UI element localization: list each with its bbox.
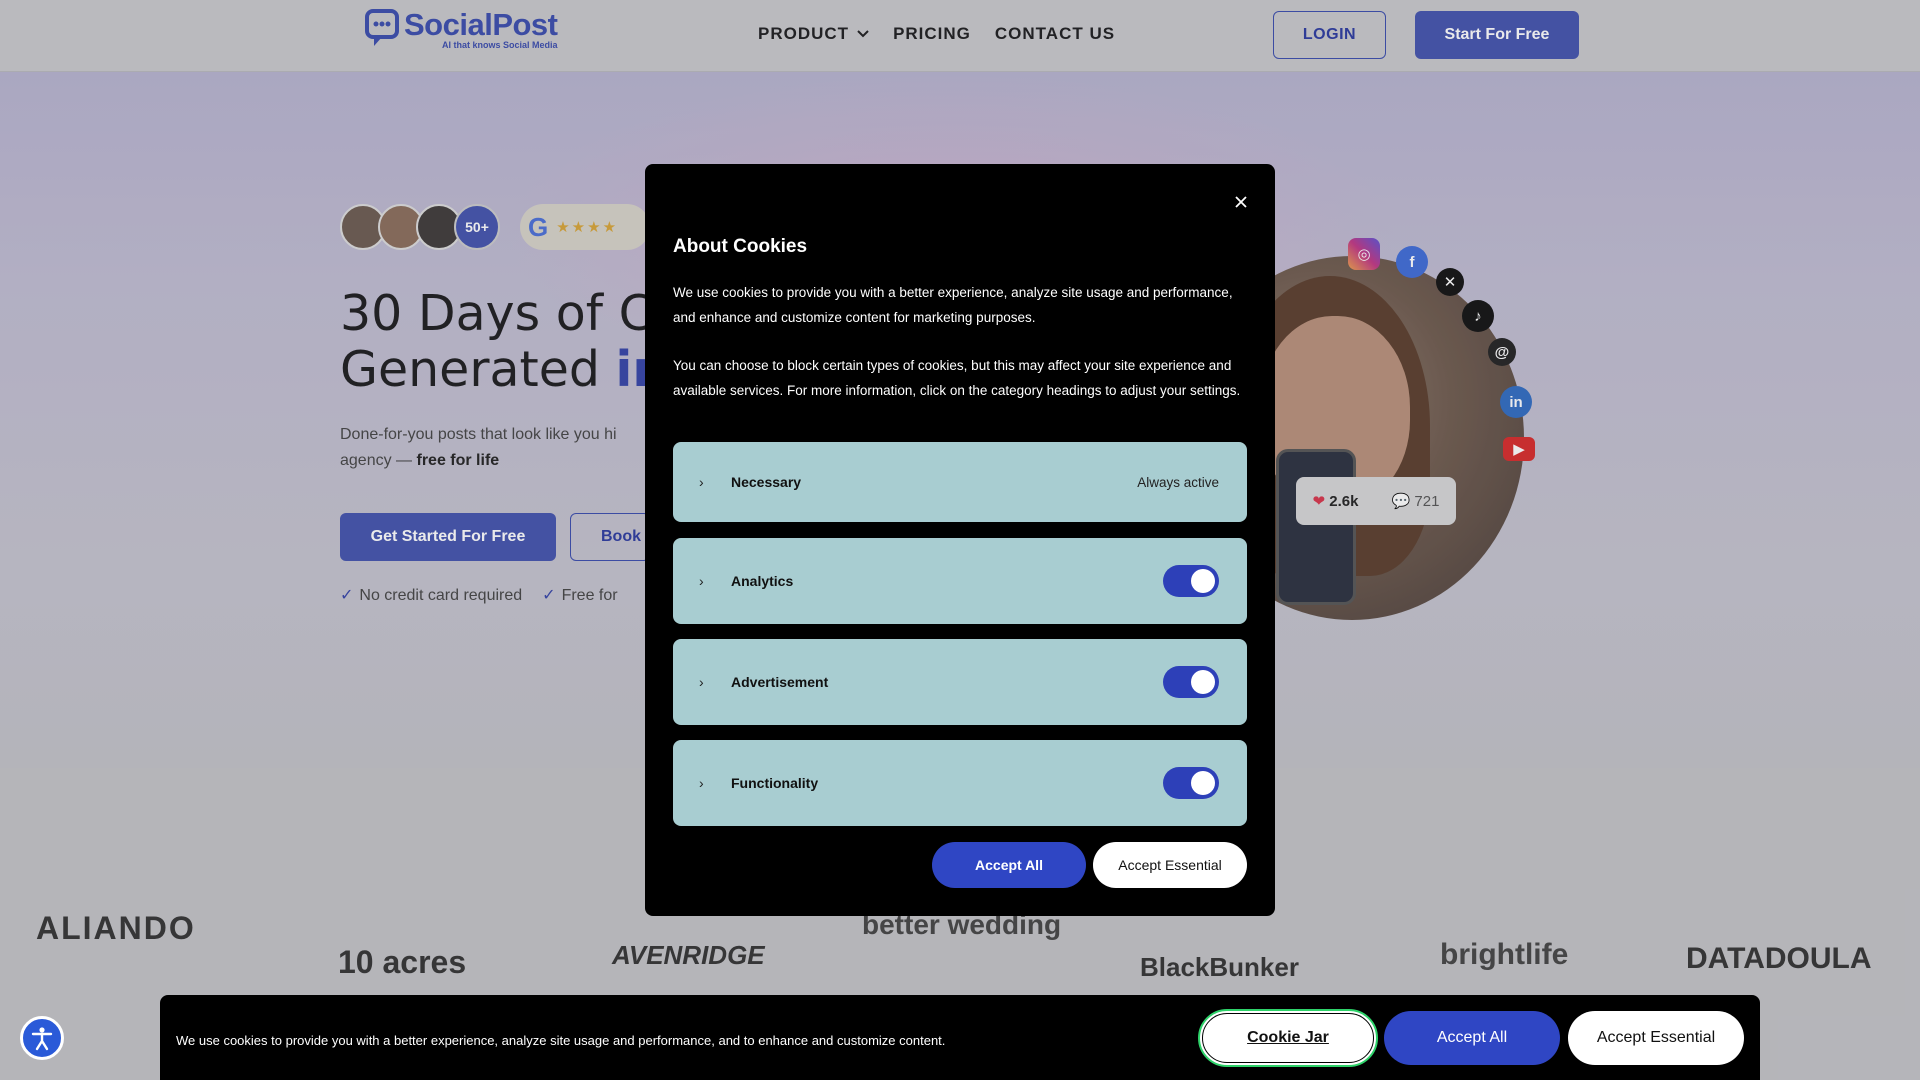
advertisement-toggle[interactable] (1163, 666, 1219, 698)
modal-description: We use cookies to provide you with a bet… (673, 285, 1233, 325)
banner-accept-all-button[interactable]: Accept All (1384, 1011, 1560, 1065)
cookie-category-analytics[interactable]: › Analytics (673, 538, 1247, 624)
cookie-category-functionality[interactable]: › Functionality (673, 740, 1247, 826)
modal-title: About Cookies (673, 236, 808, 257)
modal-accept-all-button[interactable]: Accept All (932, 842, 1086, 888)
category-label: Necessary (731, 474, 802, 490)
category-label: Advertisement (731, 674, 829, 690)
chevron-right-icon: › (699, 573, 704, 589)
analytics-toggle[interactable] (1163, 565, 1219, 597)
cookie-banner: We use cookies to provide you with a bet… (160, 995, 1760, 1080)
category-label: Analytics (731, 573, 794, 589)
accessibility-icon[interactable] (20, 1016, 64, 1060)
chevron-right-icon: › (699, 474, 704, 490)
functionality-toggle[interactable] (1163, 767, 1219, 799)
cookie-category-necessary[interactable]: › Necessary Always active (673, 442, 1247, 522)
banner-accept-essential-button[interactable]: Accept Essential (1568, 1011, 1744, 1065)
cookie-category-advertisement[interactable]: › Advertisement (673, 639, 1247, 725)
modal-accept-essential-button[interactable]: Accept Essential (1093, 842, 1247, 888)
category-label: Functionality (731, 775, 819, 791)
cookie-banner-text: We use cookies to provide you with a bet… (176, 1033, 946, 1048)
always-active-label: Always active (1137, 474, 1219, 490)
chevron-right-icon: › (699, 775, 704, 791)
cookie-preferences-modal: About Cookies We use cookies to provide … (645, 164, 1275, 916)
cookie-jar-button[interactable]: Cookie Jar (1198, 1009, 1378, 1067)
close-icon[interactable] (1231, 192, 1251, 212)
modal-description-2: You can choose to block certain types of… (673, 358, 1241, 398)
chevron-right-icon: › (699, 674, 704, 690)
